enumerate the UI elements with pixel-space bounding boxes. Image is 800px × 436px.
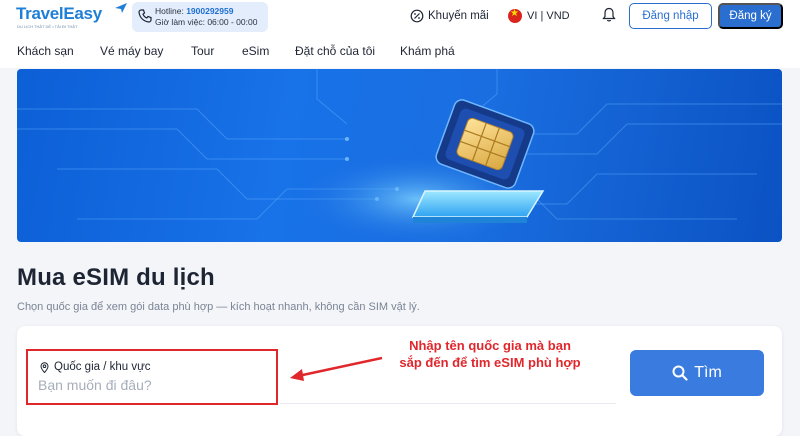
search-hint-line-1: Nhập tên quốc gia mà bạn	[409, 338, 571, 353]
hotline-number[interactable]: 1900292959	[186, 6, 233, 16]
nav-item-my-bookings[interactable]: Đặt chỗ của tôi	[295, 44, 375, 58]
nav-item-explore[interactable]: Khám phá	[400, 44, 455, 58]
hotline-line: Hotline: 1900292959	[155, 6, 233, 16]
hotline-label: Hotline:	[155, 6, 187, 16]
search-hint-annotation: Nhập tên quốc gia mà bạn sắp đến để tìm …	[380, 337, 600, 371]
esim-chip-illustration	[17, 69, 782, 242]
field-underline	[280, 403, 616, 404]
site-header: TravelEasy DU LỊCH THẬT DỄ • TẢI ĐI THẬT…	[0, 0, 800, 68]
logo-slogan: DU LỊCH THẬT DỄ • TẢI ĐI THẬT	[17, 24, 78, 29]
promo-label: Khuyến mãi	[428, 10, 489, 22]
nav-item-esim[interactable]: eSim	[242, 44, 269, 58]
logo[interactable]: TravelEasy DU LỊCH THẬT DỄ • TẢI ĐI THẬT	[16, 3, 128, 32]
bell-icon[interactable]	[602, 7, 616, 23]
nav-item-flights[interactable]: Vé máy bay	[100, 44, 163, 58]
nav-item-hotels[interactable]: Khách sạn	[17, 44, 74, 58]
hotline-box[interactable]: Hotline: 1900292959 Giờ làm việc: 06:00 …	[132, 2, 268, 32]
working-hours: Giờ làm việc: 06:00 - 00:00	[155, 17, 258, 27]
search-button-label: Tìm	[694, 364, 722, 381]
search-icon	[672, 365, 688, 381]
search-hint-line-2: sắp đến để tìm eSIM phù hợp	[399, 355, 581, 370]
search-button[interactable]: Tìm	[630, 350, 764, 396]
main-nav: Khách sạn Vé máy bay Tour eSim Đặt chỗ c…	[0, 42, 800, 62]
logo-text: TravelEasy	[16, 4, 102, 23]
arrow-left-icon	[290, 356, 383, 381]
login-button[interactable]: Đăng nhập	[629, 3, 712, 29]
esim-hero-banner	[17, 69, 782, 242]
page-title: Mua eSIM du lịch	[17, 264, 215, 291]
destination-field[interactable]: Quốc gia / khu vực	[26, 349, 278, 405]
destination-field-label: Quốc gia / khu vực	[40, 361, 151, 373]
nav-item-tour[interactable]: Tour	[191, 44, 214, 58]
language-currency-label: VI | VND	[527, 10, 570, 22]
discount-icon	[410, 9, 424, 23]
page-subtitle: Chọn quốc gia để xem gói data phù hợp — …	[17, 301, 420, 313]
location-pin-icon	[40, 361, 49, 373]
vietnam-flag-icon	[508, 8, 522, 23]
language-currency-selector[interactable]: VI | VND	[508, 8, 570, 24]
destination-label-text: Quốc gia / khu vực	[54, 361, 151, 373]
phone-icon	[138, 9, 152, 23]
logo-plane-icon	[115, 3, 127, 13]
register-button[interactable]: Đăng ký	[718, 3, 783, 29]
destination-input[interactable]	[38, 375, 266, 395]
promo-link[interactable]: Khuyến mãi	[410, 8, 489, 24]
